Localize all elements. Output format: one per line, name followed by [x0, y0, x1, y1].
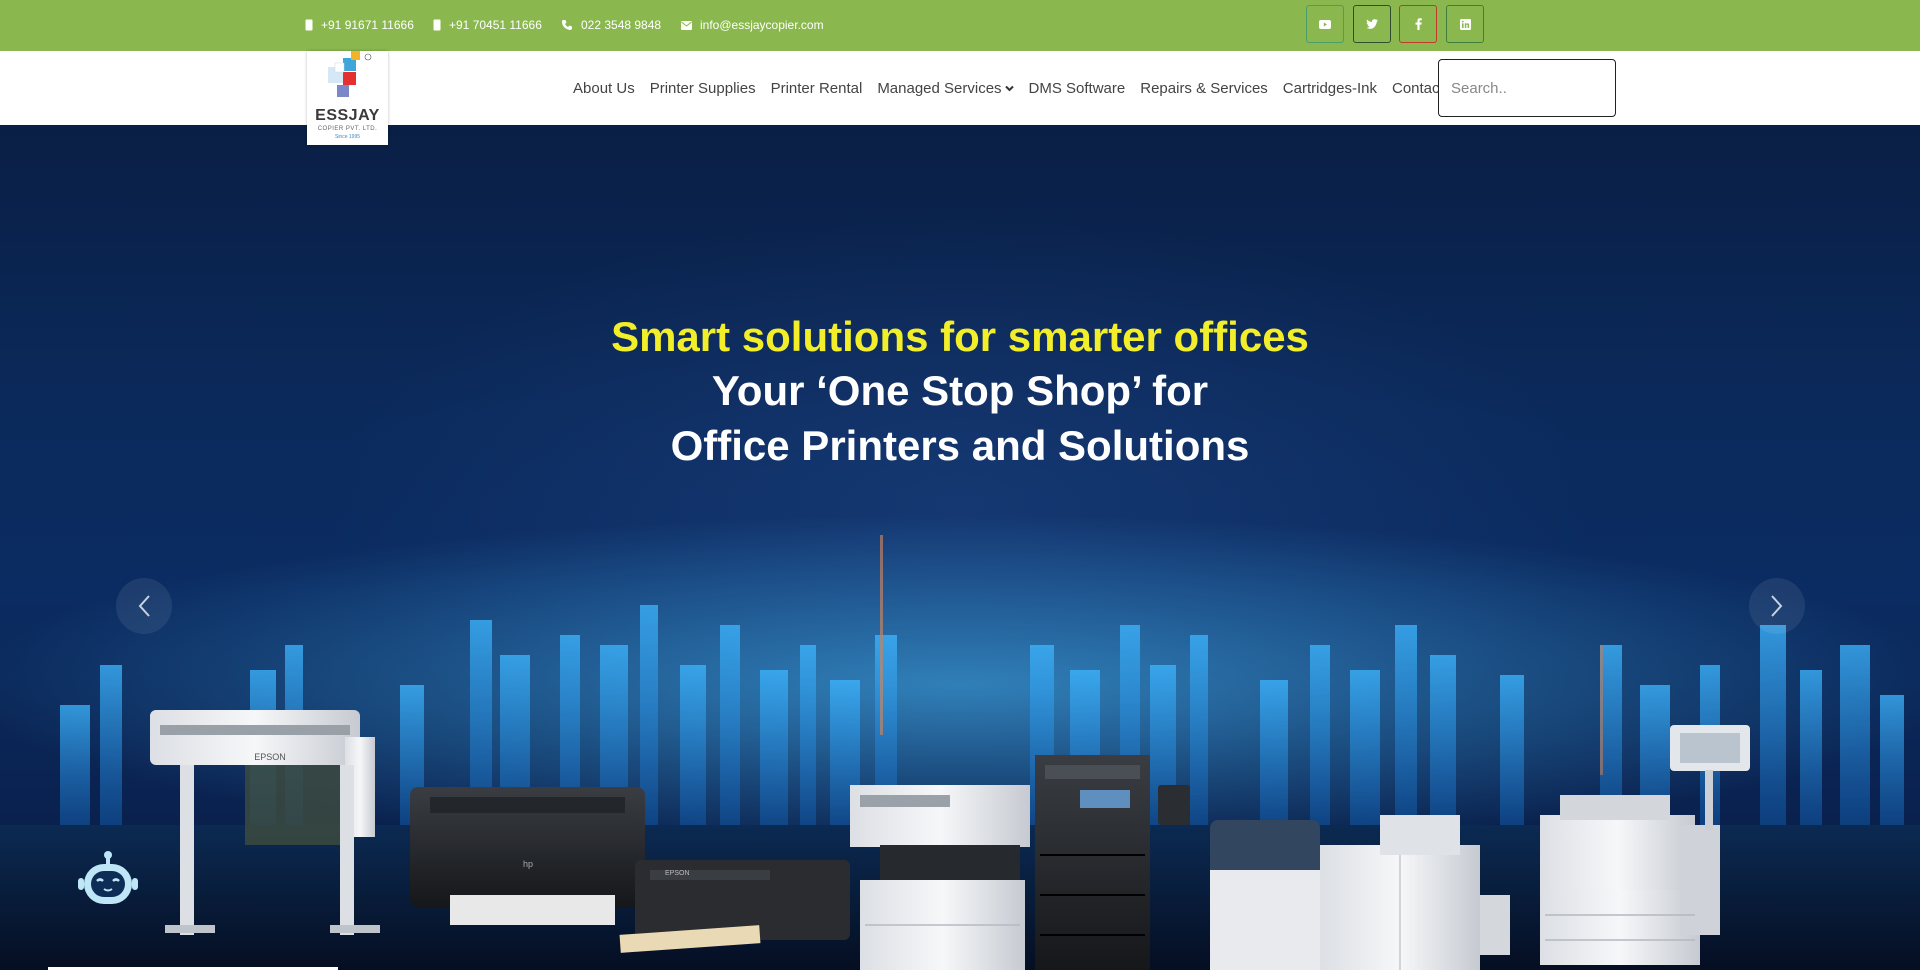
- phone-contact-1[interactable]: +91 91671 11666: [305, 16, 414, 34]
- logo-since: Since 1995: [334, 134, 361, 140]
- inkjet-printer: EPSON: [619, 860, 850, 953]
- youtube-button[interactable]: [1306, 5, 1344, 43]
- chevron-right-icon: [1771, 595, 1783, 617]
- landline-text: 022 3548 9848: [581, 18, 662, 32]
- nav-contact[interactable]: Contact: [1392, 80, 1444, 97]
- search-input[interactable]: [1438, 59, 1616, 117]
- nav-printer-supplies[interactable]: Printer Supplies: [650, 80, 756, 97]
- nav-managed-services[interactable]: Managed Services: [877, 79, 1014, 97]
- logo-name: ESSJAY: [315, 107, 380, 124]
- logo-squares-icon: [328, 51, 372, 97]
- email-text: info@essjaycopier.com: [700, 18, 824, 32]
- printer-brand-label-2: hp: [523, 859, 533, 869]
- mobile-icon: [305, 19, 313, 31]
- hero-headline-accent: Smart solutions for smarter offices: [611, 313, 1309, 360]
- nav-cartridges-ink[interactable]: Cartridges-Ink: [1283, 80, 1377, 97]
- phone-contact-2[interactable]: +91 70451 11666: [433, 16, 542, 34]
- facebook-button[interactable]: [1399, 5, 1437, 43]
- nav-repairs-services[interactable]: Repairs & Services: [1140, 80, 1268, 97]
- slider-next-button[interactable]: [1749, 578, 1805, 634]
- printer-brand-label-1: EPSON: [254, 752, 286, 762]
- nav-dms-software[interactable]: DMS Software: [1029, 80, 1126, 97]
- phone-icon: [562, 20, 572, 30]
- mobile-icon: [433, 19, 441, 31]
- hero-slider: EPSON hp EPSON Smart solutions for smart…: [0, 125, 1920, 970]
- company-logo[interactable]: ESSJAY COPIER PVT. LTD. Since 1995: [307, 51, 388, 145]
- linkedin-button[interactable]: [1446, 5, 1484, 43]
- hero-headline-line2: Your ‘One Stop Shop’ for: [711, 367, 1209, 414]
- logo-subtitle: COPIER PVT. LTD.: [317, 126, 378, 132]
- nav-about-us[interactable]: About Us: [573, 80, 635, 97]
- black-laser-printer: hp: [410, 787, 645, 925]
- chevron-left-icon: [138, 595, 150, 617]
- twitter-button[interactable]: [1353, 5, 1391, 43]
- facebook-icon: [1415, 18, 1422, 30]
- landline-contact[interactable]: 022 3548 9848: [561, 16, 661, 34]
- top-contact-bar: +91 91671 11666 +91 70451 11666 022 3548…: [0, 0, 1920, 51]
- email-contact[interactable]: info@essjaycopier.com: [681, 16, 824, 34]
- phone2-text: +91 70451 11666: [449, 18, 542, 32]
- twitter-icon: [1366, 19, 1378, 29]
- main-nav: About Us Printer Supplies Printer Rental…: [573, 78, 1444, 98]
- printer-brand-label-3: EPSON: [665, 870, 690, 877]
- slider-prev-button[interactable]: [116, 578, 172, 634]
- hero-headline-line3: Office Printers and Solutions: [670, 422, 1250, 469]
- nav-printer-rental[interactable]: Printer Rental: [771, 80, 863, 97]
- youtube-icon: [1319, 19, 1331, 29]
- nav-managed-services-label: Managed Services: [877, 79, 1002, 97]
- hero-background-graphic: EPSON hp EPSON: [0, 515, 1920, 970]
- envelope-icon: [681, 20, 692, 30]
- phone1-text: +91 91671 11666: [321, 18, 414, 32]
- chatbot-robot-icon[interactable]: [78, 848, 138, 912]
- chevron-down-icon: [1004, 85, 1014, 91]
- linkedin-icon: [1459, 18, 1471, 30]
